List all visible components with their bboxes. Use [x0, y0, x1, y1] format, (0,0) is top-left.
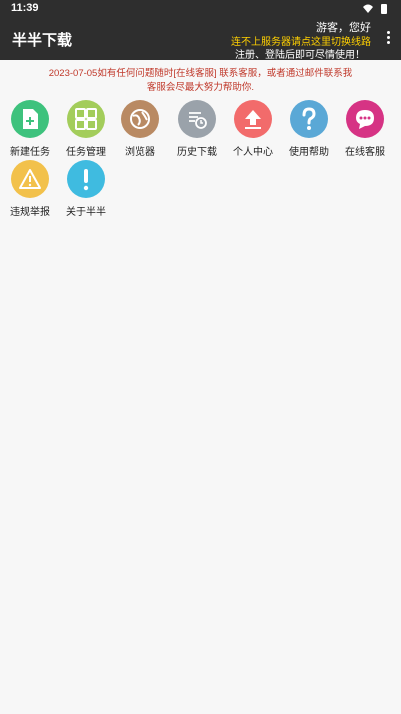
report-icon	[11, 160, 49, 198]
menu-label: 历史下载	[177, 147, 217, 158]
menu-item-task-manage[interactable]: 任务管理	[58, 100, 114, 158]
task-manage-icon	[67, 100, 105, 138]
menu-label: 任务管理	[66, 147, 106, 158]
personal-center-icon	[234, 100, 272, 138]
menu-label: 关于半半	[66, 207, 106, 218]
wifi-icon	[363, 4, 373, 13]
app-title: 半半下载	[12, 32, 73, 49]
new-task-icon	[11, 100, 49, 138]
menu-item-browser[interactable]: 浏览器	[112, 100, 168, 158]
online-service-icon	[346, 100, 384, 138]
notice-line-1: 2023-07-05如有任何问题随时[在线客服] 联系客服，或者通过邮件联系我	[48, 68, 353, 79]
browser-icon	[121, 100, 159, 138]
menu-label: 浏览器	[125, 147, 155, 158]
menu-item-report[interactable]: 违规举报	[2, 160, 58, 218]
help-icon	[290, 100, 328, 138]
app-bar: 半半下载 游客，您好 连不上服务器请点这里切换线路 注册、登陆后即可尽情使用！	[0, 18, 401, 61]
notice-banner: 2023-07-05如有任何问题随时[在线客服] 联系客服，或者通过邮件联系我 …	[0, 67, 401, 95]
history-download-icon	[178, 100, 216, 138]
status-time: 11:39	[11, 2, 39, 14]
battery-icon	[381, 4, 387, 14]
menu-label: 违规举报	[10, 207, 50, 218]
status-bar: 11:39	[0, 0, 401, 18]
menu-item-about[interactable]: 关于半半	[58, 160, 114, 218]
menu-item-online-service[interactable]: 在线客服	[337, 100, 393, 158]
menu-item-history[interactable]: 历史下载	[169, 100, 225, 158]
notice-line-2: 客服会尽最大努力帮助你.	[146, 82, 255, 93]
menu-label: 在线客服	[345, 147, 385, 158]
status-icons	[363, 4, 387, 14]
menu-item-new-task[interactable]: 新建任务	[2, 100, 58, 158]
menu-item-personal[interactable]: 个人中心	[225, 100, 281, 158]
about-icon	[67, 160, 105, 198]
menu-label: 使用帮助	[289, 147, 329, 158]
menu-label: 个人中心	[233, 147, 273, 158]
login-hint[interactable]: 注册、登陆后即可尽情使用！	[235, 46, 365, 61]
menu-item-help[interactable]: 使用帮助	[281, 100, 337, 158]
menu-label: 新建任务	[10, 147, 50, 158]
more-options-icon[interactable]	[385, 31, 391, 47]
